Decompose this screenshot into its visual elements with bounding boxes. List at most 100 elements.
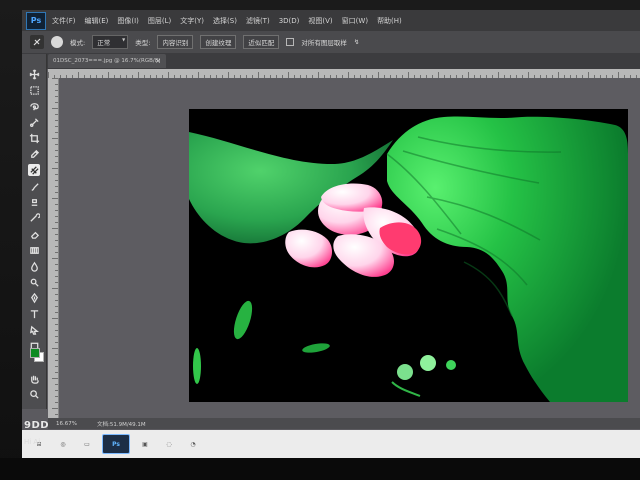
brush-tool[interactable] xyxy=(28,180,40,192)
ruler-tick xyxy=(55,240,58,241)
content-aware-button[interactable]: 内容识别 xyxy=(157,35,194,49)
taskbar-blank-item[interactable]: ▣ xyxy=(136,435,154,453)
path-select-tool[interactable] xyxy=(28,324,40,336)
photoshop-logo: Ps xyxy=(26,11,46,30)
hand-tool[interactable] xyxy=(28,372,40,384)
marquee-tool[interactable] xyxy=(28,84,40,96)
ruler-tick xyxy=(52,288,58,289)
menu-type[interactable]: 文字(Y) xyxy=(180,16,204,26)
move-tool[interactable] xyxy=(28,68,40,80)
ruler-tick xyxy=(55,270,58,271)
proximity-match-button[interactable]: 近似匹配 xyxy=(243,35,280,49)
ruler-tick xyxy=(55,402,58,403)
create-texture-button[interactable]: 创建纹理 xyxy=(200,35,237,49)
mode-dropdown[interactable]: 正常 xyxy=(92,35,129,49)
ruler-tick xyxy=(52,198,58,199)
ruler-tick xyxy=(55,384,58,385)
brush-preset-icon[interactable] xyxy=(51,36,63,48)
spot-healing-tool-icon[interactable] xyxy=(30,35,44,49)
ruler-tick xyxy=(55,300,58,301)
dodge-tool[interactable] xyxy=(28,276,40,288)
menu-file[interactable]: 文件(F) xyxy=(52,16,76,26)
ruler-tick xyxy=(55,204,58,205)
menu-help[interactable]: 帮助(H) xyxy=(377,16,402,26)
zoom-tool[interactable] xyxy=(28,388,40,400)
ruler-tick xyxy=(55,210,58,211)
eraser-tool[interactable] xyxy=(28,228,40,240)
quick-select-tool[interactable] xyxy=(28,116,40,128)
ruler-tick xyxy=(55,162,58,163)
type-tool[interactable] xyxy=(28,308,40,320)
document-size-readout: 文档:51.9M/49.1M xyxy=(96,421,146,428)
photoshop-window: Ps 文件(F) 编辑(E) 图像(I) 图层(L) 文字(Y) 选择(S) 滤… xyxy=(22,10,640,458)
ruler-tick xyxy=(55,336,58,337)
ruler-tick xyxy=(55,396,58,397)
ruler-tick xyxy=(55,354,58,355)
ruler-tick xyxy=(55,156,58,157)
photoshop-taskbar-button[interactable]: Ps xyxy=(102,434,130,454)
ruler-tick xyxy=(55,390,58,391)
eyedropper-tool[interactable] xyxy=(28,148,40,160)
blur-tool[interactable] xyxy=(28,260,40,272)
sample-all-layers-checkbox[interactable] xyxy=(286,38,295,46)
ruler-tick xyxy=(55,252,58,253)
taskbar-app-icon-2[interactable]: ◔ xyxy=(184,435,202,453)
menu-layer[interactable]: 图层(L) xyxy=(148,16,171,26)
folder-icon[interactable]: ▭ xyxy=(78,435,96,453)
crop-tool[interactable] xyxy=(28,132,40,144)
taskbar-app-icon[interactable]: ◌ xyxy=(160,435,178,453)
windows-taskbar: ⊞ ◎ ▭ Ps ▣ ◌ ◔ xyxy=(22,430,640,458)
document-tab[interactable]: 01DSC_2073===.jpg @ 16.7%(RGB/8) × xyxy=(48,54,166,68)
hand-icon xyxy=(30,375,39,384)
ruler-tick xyxy=(55,282,58,283)
lasso-tool[interactable] xyxy=(28,100,40,112)
ruler-tick xyxy=(55,96,58,97)
ruler-tick xyxy=(55,180,58,181)
document-tab-title: 01DSC_2073===.jpg @ 16.7%(RGB/8) xyxy=(53,58,161,64)
ruler-tick xyxy=(52,108,58,109)
gradient-tool[interactable] xyxy=(28,244,40,256)
eraser-icon xyxy=(30,231,39,239)
menu-view[interactable]: 视图(V) xyxy=(308,16,332,26)
menu-3d[interactable]: 3D(D) xyxy=(279,17,300,25)
document-image[interactable] xyxy=(189,109,628,402)
zoom-icon xyxy=(29,389,39,399)
status-bar: 16.67% 文档:51.9M/49.1M xyxy=(48,418,640,429)
ruler-tick xyxy=(52,258,58,259)
ruler-tick xyxy=(55,192,58,193)
ruler-tick xyxy=(55,234,58,235)
quick-select-icon xyxy=(29,117,39,127)
monitor-bottom-bezel xyxy=(0,458,640,480)
close-tab-button[interactable]: × xyxy=(155,54,161,68)
zoom-readout: 16.67% xyxy=(56,420,77,427)
ruler-tick xyxy=(55,150,58,151)
ruler-tick xyxy=(55,144,58,145)
ruler-tick xyxy=(55,276,58,277)
ruler-tick xyxy=(55,372,58,373)
foreground-color-swatch[interactable] xyxy=(30,348,40,358)
healing-brush-icon xyxy=(29,165,39,175)
menu-filter[interactable]: 滤镜(T) xyxy=(246,16,270,26)
ruler-tick xyxy=(55,264,58,265)
pressure-icon[interactable]: ↯ xyxy=(354,38,359,46)
menu-select[interactable]: 选择(S) xyxy=(213,16,237,26)
ruler-tick xyxy=(55,222,58,223)
ruler-tick xyxy=(55,90,58,91)
ruler-tick xyxy=(55,216,58,217)
browser-icon[interactable]: ◎ xyxy=(54,435,72,453)
menu-edit[interactable]: 编辑(E) xyxy=(85,16,109,26)
blur-icon xyxy=(30,261,38,272)
ruler-tick xyxy=(55,414,58,415)
menu-image[interactable]: 图像(I) xyxy=(117,16,139,26)
menu-window[interactable]: 窗口(W) xyxy=(342,16,368,26)
ruler-tick xyxy=(55,246,58,247)
clone-stamp-tool[interactable] xyxy=(28,196,40,208)
vertical-ruler xyxy=(48,78,59,426)
pen-tool[interactable] xyxy=(28,292,40,304)
history-brush-tool[interactable] xyxy=(28,212,40,224)
ruler-tick xyxy=(52,408,58,409)
ruler-tick xyxy=(55,132,58,133)
ruler-tick xyxy=(52,168,58,169)
bandage-icon xyxy=(33,38,41,46)
healing-brush-tool[interactable] xyxy=(28,164,40,176)
